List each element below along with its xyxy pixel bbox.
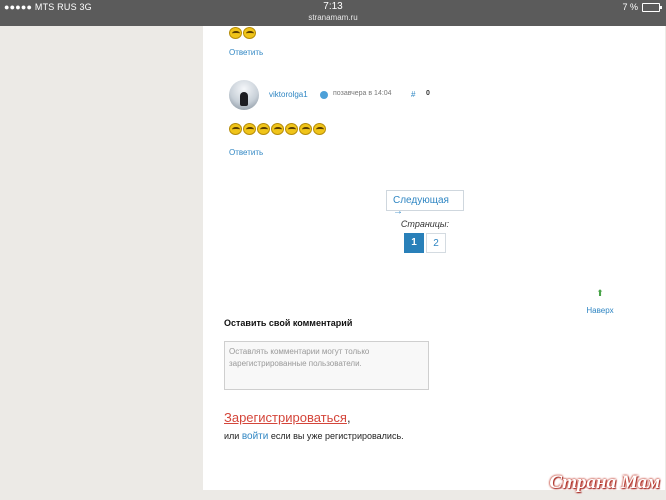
comment-textarea[interactable]: Оставлять комментарии могут только зарег… bbox=[224, 341, 429, 390]
smiley-icon bbox=[243, 27, 256, 39]
permalink-hash[interactable]: # bbox=[411, 90, 415, 99]
smiley-icon bbox=[257, 123, 270, 135]
battery-indicator: 7 % bbox=[622, 2, 662, 12]
smiley-icon bbox=[229, 123, 242, 135]
register-link[interactable]: Зарегистрироваться bbox=[224, 410, 347, 425]
comment-timestamp: позавчера в 14:04 bbox=[333, 90, 392, 97]
comment-emoji-row bbox=[229, 26, 257, 44]
login-tail: если вы уже регистрировались. bbox=[268, 431, 404, 441]
comment-emoji-row bbox=[229, 122, 327, 140]
or-label: или bbox=[224, 431, 242, 441]
page-2-button[interactable]: 2 bbox=[426, 233, 446, 253]
comment-author[interactable]: viktorolga1 bbox=[269, 90, 308, 99]
smiley-icon bbox=[271, 123, 284, 135]
content-panel: Ответить viktorolga1 позавчера в 14:04 #… bbox=[203, 26, 665, 490]
comment-form-heading: Оставить свой комментарий bbox=[224, 318, 353, 328]
smiley-icon bbox=[285, 123, 298, 135]
login-line: или войти если вы уже регистрировались. bbox=[224, 431, 404, 442]
avatar[interactable] bbox=[229, 80, 259, 110]
smiley-icon bbox=[299, 123, 312, 135]
battery-percent: 7 % bbox=[622, 2, 638, 12]
register-line: Зарегистрироваться, bbox=[224, 410, 351, 425]
smiley-icon bbox=[313, 123, 326, 135]
register-suffix: , bbox=[346, 410, 351, 425]
arrow-up-icon[interactable]: ⬆ bbox=[585, 288, 615, 299]
smiley-icon bbox=[229, 27, 242, 39]
status-bar: ●●●●● MTS RUS 3G 7:13 stranamam.ru 7 % bbox=[0, 0, 666, 26]
reply-link[interactable]: Ответить bbox=[229, 48, 263, 57]
pages-label: Страницы: bbox=[400, 219, 450, 229]
login-link[interactable]: войти bbox=[242, 431, 269, 442]
battery-icon bbox=[642, 2, 662, 12]
globe-icon bbox=[320, 91, 328, 99]
reply-link[interactable]: Ответить bbox=[229, 148, 263, 157]
smiley-icon bbox=[243, 123, 256, 135]
clock: 7:13 bbox=[323, 1, 343, 12]
next-page-button[interactable]: Следующая → bbox=[386, 190, 464, 217]
back-to-top-link[interactable]: Наверх bbox=[579, 306, 621, 315]
url-bar[interactable]: stranamam.ru bbox=[0, 13, 666, 22]
site-watermark-logo: Страна Мам bbox=[549, 472, 660, 493]
comment-rating: 0 bbox=[426, 90, 430, 97]
page-1-button[interactable]: 1 bbox=[404, 233, 424, 253]
